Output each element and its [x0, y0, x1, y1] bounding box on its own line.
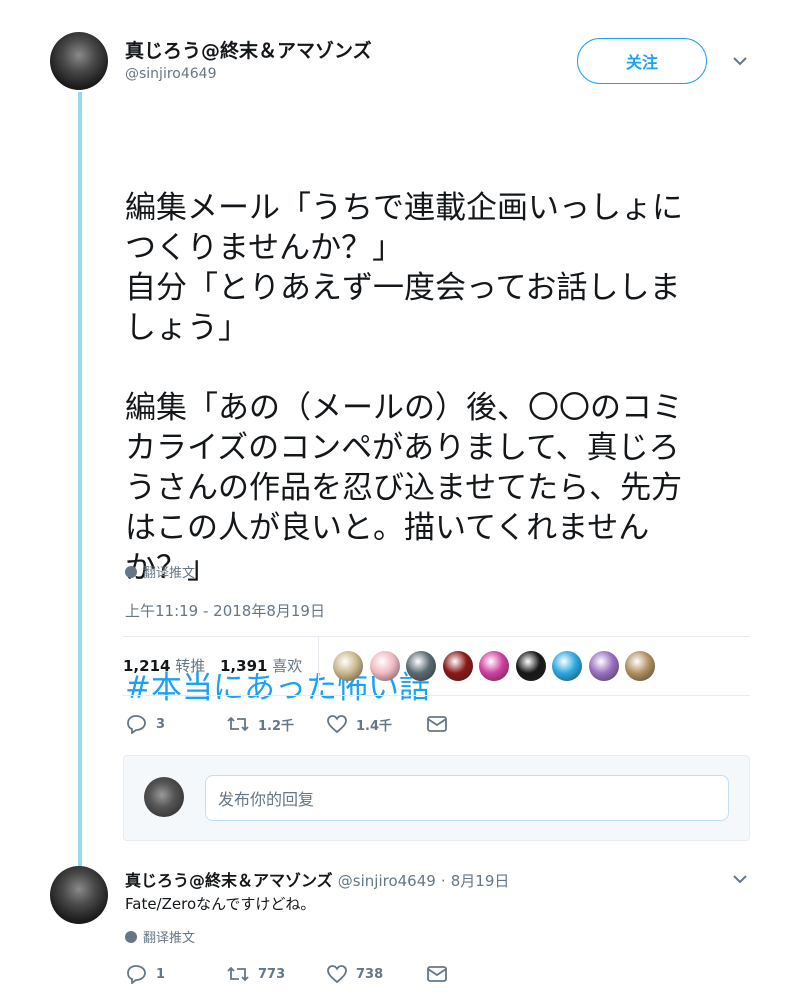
retweet-icon: [227, 716, 249, 732]
tweet-body: 編集メール「うちで連載企画いっしょに つくりませんか？」 自分「とりあえず一度会…: [125, 190, 683, 586]
reply-reply-count: 1: [156, 966, 166, 982]
heart-icon: [327, 965, 347, 984]
reply-author-handle[interactable]: @sinjiro4649: [338, 872, 436, 890]
reply-actions: 1 773 738: [126, 964, 448, 984]
reply-like-action[interactable]: 738: [326, 964, 426, 984]
reply-icon: [127, 965, 146, 984]
direct-message-action[interactable]: [426, 715, 448, 733]
tweet-actions: 3 1.2千 1.4千: [126, 714, 448, 734]
tweet-text: 編集メール「うちで連載企画いっしょに つくりませんか？」 自分「とりあえず一度会…: [125, 108, 750, 748]
retweet-count: 1.2千: [258, 718, 295, 734]
follow-button[interactable]: 关注: [577, 38, 707, 84]
tweet-timestamp[interactable]: 上午11:19 - 2018年8月19日: [125, 600, 325, 621]
tweet-menu-chevron-icon[interactable]: [731, 52, 749, 74]
like-count: 1.4千: [356, 718, 393, 734]
liker-avatar[interactable]: [479, 651, 509, 681]
retweets-count: 1,214: [123, 657, 171, 675]
current-user-avatar: [144, 777, 184, 817]
divider: [123, 636, 750, 637]
reply-header: 真じろう@終末＆アマゾンズ @sinjiro4649 · 8月19日: [125, 867, 509, 891]
liker-avatar[interactable]: [625, 651, 655, 681]
retweets-stat[interactable]: 1,214 转推: [123, 655, 205, 676]
reply-separator: ·: [440, 872, 446, 890]
likes-label: 喜欢: [272, 657, 303, 675]
divider: [123, 695, 750, 696]
reply-count: 3: [156, 716, 166, 732]
like-action[interactable]: 1.4千: [326, 714, 426, 734]
reply-translate-link[interactable]: 翻译推文: [125, 927, 195, 946]
reply-icon: [127, 715, 146, 734]
envelope-icon: [427, 716, 447, 732]
author-name[interactable]: 真じろう@終末＆アマゾンズ: [125, 36, 372, 63]
reply-reply-action[interactable]: 1: [126, 964, 226, 984]
reply-input[interactable]: 发布你的回复: [205, 775, 729, 821]
globe-icon: [125, 565, 137, 578]
liker-avatar[interactable]: [515, 651, 546, 681]
retweet-action[interactable]: 1.2千: [226, 714, 326, 734]
reply-retweet-action[interactable]: 773: [226, 964, 326, 984]
liker-avatar[interactable]: [333, 651, 363, 681]
hashtag-link[interactable]: #本当にあった怖い話: [125, 668, 750, 708]
reply-author-avatar[interactable]: [50, 866, 108, 924]
likes-stat[interactable]: 1,391 喜欢: [220, 655, 302, 676]
likes-count: 1,391: [220, 657, 268, 675]
reply-action[interactable]: 3: [126, 714, 226, 734]
thread-line: [78, 92, 82, 867]
retweets-label: 转推: [175, 657, 206, 675]
reply-author-name[interactable]: 真じろう@終末＆アマゾンズ: [125, 871, 333, 890]
reply-dm-action[interactable]: [426, 965, 448, 983]
reply-text: Fate/Zeroなんですけどね。: [125, 895, 316, 913]
stats-divider: [318, 637, 319, 695]
envelope-icon: [427, 966, 447, 982]
author-avatar[interactable]: [50, 32, 108, 90]
author-handle[interactable]: @sinjiro4649: [125, 66, 216, 82]
reply-retweet-count: 773: [258, 966, 286, 982]
reply-date[interactable]: 8月19日: [451, 872, 510, 890]
translate-label: 翻译推文: [143, 566, 196, 581]
translate-tweet-link[interactable]: 翻译推文: [125, 562, 195, 581]
liker-avatar[interactable]: [442, 651, 473, 681]
reply-like-count: 738: [356, 966, 384, 982]
liker-avatar[interactable]: [406, 651, 436, 681]
globe-icon: [125, 930, 137, 943]
reply-menu-chevron-icon[interactable]: [731, 870, 749, 892]
retweet-icon: [227, 966, 249, 982]
liker-avatar[interactable]: [588, 651, 619, 681]
reply-translate-label: 翻译推文: [143, 931, 196, 946]
heart-icon: [327, 715, 347, 734]
liker-avatar[interactable]: [369, 651, 400, 681]
liker-avatar[interactable]: [552, 651, 582, 681]
